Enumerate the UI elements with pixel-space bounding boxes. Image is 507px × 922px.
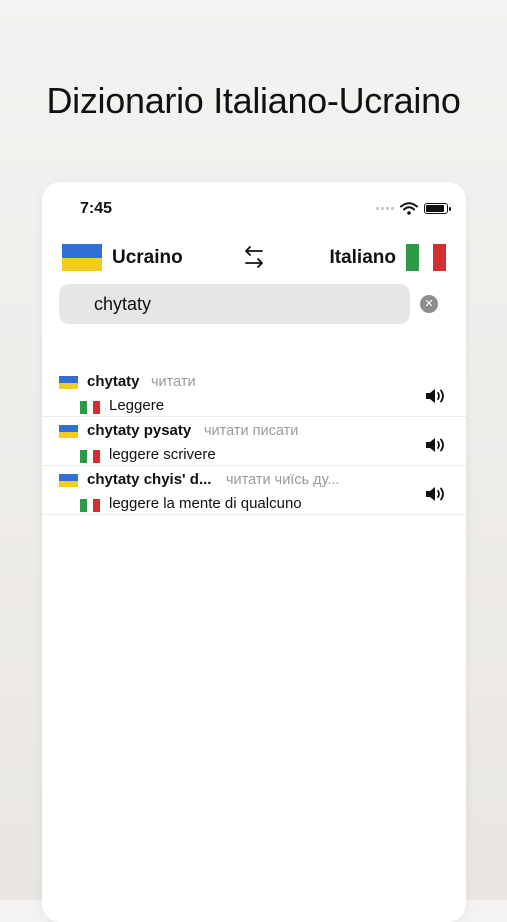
result-cyrillic: читати: [151, 374, 196, 390]
status-icons: [376, 202, 451, 215]
result-cyrillic: читати чиїсь ду...: [226, 472, 340, 488]
speaker-icon[interactable]: [424, 484, 448, 504]
result-row[interactable]: chytaty pysaty читати писати leggere scr…: [42, 417, 466, 466]
result-translation: Leggere: [109, 397, 165, 414]
page-headline: Dizionario Italiano-Ucraino: [46, 80, 461, 121]
italy-flag-icon: [80, 401, 101, 414]
cellular-signal-icon: [376, 207, 394, 210]
ukraine-flag-icon: [59, 376, 78, 389]
source-language[interactable]: Ucraino: [112, 247, 183, 269]
swap-languages-icon[interactable]: [242, 244, 266, 270]
wifi-icon: [400, 202, 418, 215]
italy-flag-icon: [80, 499, 101, 512]
speaker-icon[interactable]: [424, 386, 448, 406]
results-list: chytaty читати Leggere chytaty pysaty чи…: [42, 368, 466, 515]
result-row[interactable]: chytaty читати Leggere: [42, 368, 466, 417]
search-input[interactable]: [94, 284, 394, 324]
speaker-icon[interactable]: [424, 435, 448, 455]
ukraine-flag-icon: [62, 244, 102, 271]
result-row[interactable]: chytaty chyis' d... читати чиїсь ду... l…: [42, 466, 466, 515]
status-time: 7:45: [80, 200, 113, 217]
ukraine-flag-icon: [59, 474, 78, 487]
italy-flag-icon: [406, 244, 446, 271]
target-language[interactable]: Italiano: [329, 247, 396, 269]
result-translation: leggere la mente di qualcuno: [109, 495, 302, 512]
result-word: chytaty chyis' d...: [87, 471, 212, 488]
clear-search-icon[interactable]: ✕: [420, 295, 438, 313]
result-word: chytaty pysaty: [87, 422, 192, 439]
result-translation: leggere scrivere: [109, 446, 216, 463]
italy-flag-icon: [80, 450, 101, 463]
result-word: chytaty: [87, 373, 140, 390]
language-selector: Ucraino Italiano: [62, 244, 446, 272]
search-field[interactable]: [59, 284, 410, 324]
ukraine-flag-icon: [59, 425, 78, 438]
result-cyrillic: читати писати: [204, 423, 299, 439]
phone-screen: 7:45 Ucraino Italiano ✕ chytaty: [42, 182, 466, 922]
battery-icon: [424, 203, 451, 214]
